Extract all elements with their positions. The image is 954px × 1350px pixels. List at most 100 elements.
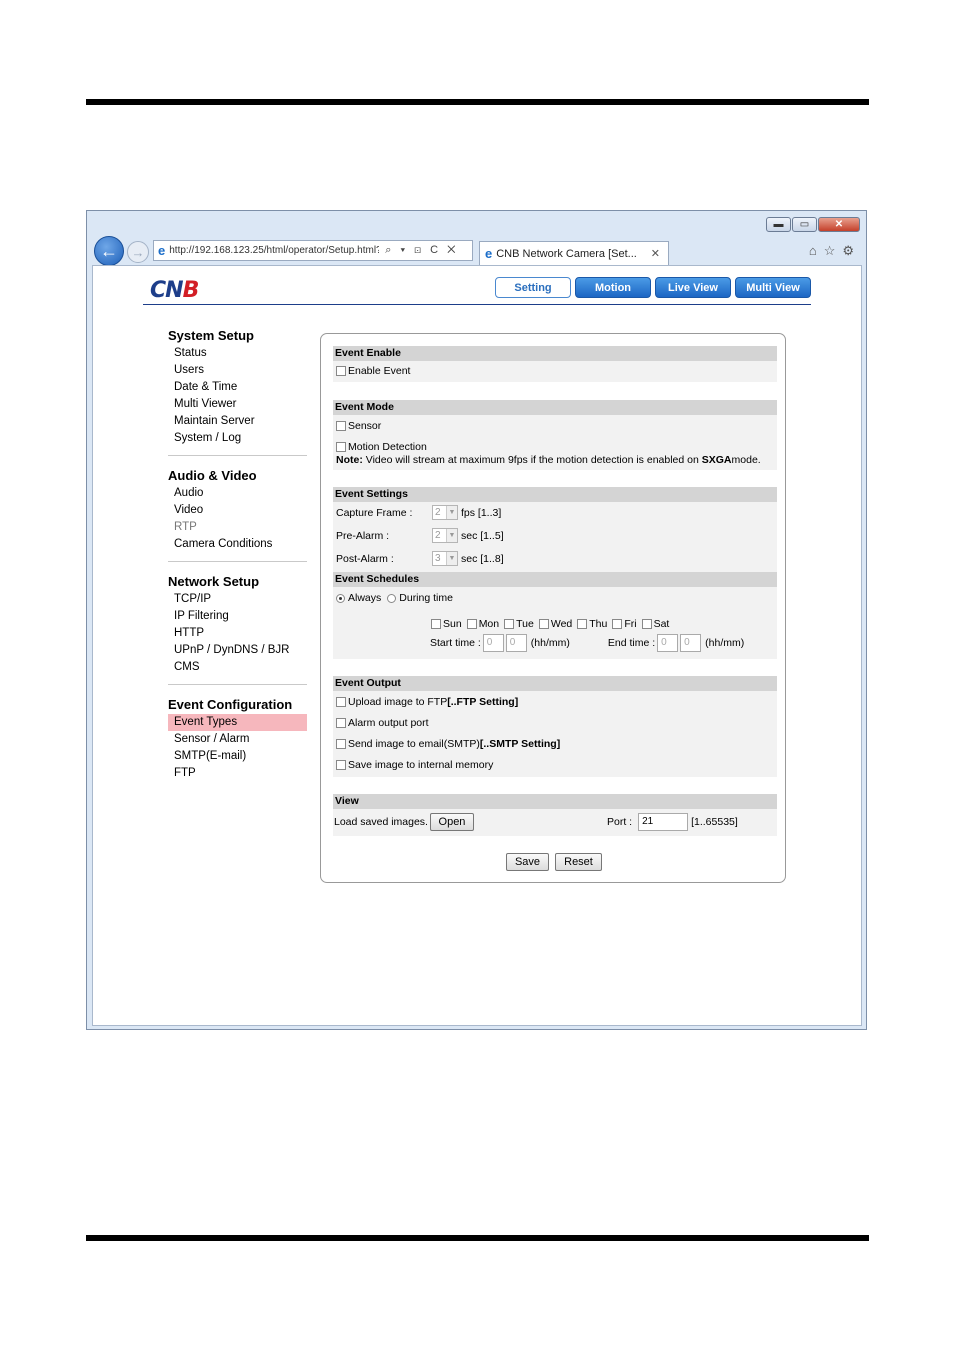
tab-close-icon[interactable]: ✕ bbox=[651, 247, 660, 260]
port-label: Port : bbox=[607, 816, 633, 828]
sidebar-divider bbox=[168, 561, 307, 562]
sensor-checkbox[interactable] bbox=[336, 421, 346, 431]
always-radio[interactable] bbox=[336, 593, 345, 603]
capture-frame-label: Capture Frame : bbox=[336, 506, 413, 519]
ftp-upload-checkbox[interactable] bbox=[336, 697, 346, 707]
sidebar-item-ip-filtering[interactable]: IP Filtering bbox=[168, 608, 307, 625]
favorites-icon[interactable]: ☆ bbox=[824, 243, 836, 259]
sidebar-item-event-types[interactable]: Event Types bbox=[168, 714, 307, 731]
browser-tab[interactable]: e CNB Network Camera [Set... ✕ bbox=[479, 241, 669, 265]
settings-icon[interactable]: ⚙ bbox=[842, 243, 854, 259]
browser-tools: ⌂ ☆ ⚙ bbox=[809, 243, 854, 259]
tab-setting[interactable]: Setting bbox=[495, 277, 571, 298]
address-url[interactable]: http://192.168.123.25/html/operator/Setu… bbox=[169, 245, 379, 256]
chevron-down-icon: ▼ bbox=[446, 552, 457, 565]
day-checkbox-wed[interactable] bbox=[538, 619, 549, 629]
enable-event-checkbox[interactable] bbox=[336, 366, 346, 376]
section-title: Event Output bbox=[333, 676, 777, 691]
sidebar-divider bbox=[168, 684, 307, 685]
save-button[interactable]: Save bbox=[506, 853, 549, 871]
day-checkbox-sun[interactable] bbox=[431, 619, 441, 629]
tab-live-view[interactable]: Live View bbox=[655, 277, 731, 298]
sidebar-item-system-log[interactable]: System / Log bbox=[168, 430, 307, 447]
maximize-button[interactable]: ▭ bbox=[792, 217, 817, 232]
pre-alarm-select[interactable]: 2 ▼ bbox=[432, 528, 458, 543]
end-hhmm-label: (hh/mm) bbox=[705, 637, 745, 649]
form-actions: Save Reset bbox=[506, 853, 602, 871]
during-time-radio[interactable] bbox=[387, 593, 397, 603]
during-time-label: During time bbox=[399, 592, 453, 604]
back-icon[interactable]: ← bbox=[94, 236, 124, 266]
browser-navbar: ← → e http://192.168.123.25/html/operato… bbox=[92, 235, 862, 266]
sidebar-item-smtp[interactable]: SMTP(E-mail) bbox=[168, 748, 307, 765]
alarm-output-checkbox[interactable] bbox=[336, 718, 346, 728]
sensor-label: Sensor bbox=[348, 420, 382, 432]
tab-title: CNB Network Camera [Set... bbox=[496, 247, 637, 260]
sidebar-item-rtp[interactable]: RTP bbox=[168, 519, 307, 536]
day-checkbox-mon[interactable] bbox=[466, 619, 477, 629]
sidebar-item-ftp[interactable]: FTP bbox=[168, 765, 307, 782]
tab-multi-view[interactable]: Multi View bbox=[735, 277, 811, 298]
sidebar-item-multi-viewer[interactable]: Multi Viewer bbox=[168, 396, 307, 413]
day-checkboxes: Sun Mon Tue Wed Thu Fri Sat bbox=[431, 618, 669, 630]
sidebar-item-date-time[interactable]: Date & Time bbox=[168, 379, 307, 396]
section-title: Event Enable bbox=[333, 346, 777, 361]
window-controls: ▬ ▭ ✕ bbox=[766, 217, 860, 232]
section-title: Event Settings bbox=[333, 487, 777, 502]
header-divider bbox=[143, 304, 811, 305]
top-navigation: Setting Motion Live View Multi View bbox=[495, 277, 811, 298]
sidebar-item-camera-conditions[interactable]: Camera Conditions bbox=[168, 536, 307, 553]
sidebar-item-http[interactable]: HTTP bbox=[168, 625, 307, 642]
section-title: Event Mode bbox=[333, 400, 777, 415]
minimize-button[interactable]: ▬ bbox=[766, 217, 791, 232]
start-minute-input[interactable]: 0 bbox=[505, 634, 527, 652]
reset-button[interactable]: Reset bbox=[555, 853, 602, 871]
day-checkbox-fri[interactable] bbox=[612, 619, 623, 629]
open-button[interactable]: Open bbox=[429, 813, 474, 831]
sidebar-title-audio-video: Audio & Video bbox=[168, 468, 257, 483]
end-minute-input[interactable]: 0 bbox=[680, 634, 702, 652]
mode-note: Note: Video will stream at maximum 9fps … bbox=[336, 454, 761, 466]
view-section: View Load saved images. Open Port : 21 [… bbox=[333, 794, 777, 836]
close-window-button[interactable]: ✕ bbox=[818, 217, 860, 232]
event-schedules-section: Event Schedules Always During time Sun M… bbox=[333, 572, 777, 659]
email-checkbox[interactable] bbox=[336, 739, 346, 749]
smtp-setting-link[interactable]: [..SMTP Setting] bbox=[480, 738, 560, 750]
internal-memory-checkbox[interactable] bbox=[336, 760, 346, 770]
tab-motion[interactable]: Motion bbox=[575, 277, 651, 298]
address-controls[interactable]: ⌕ ▾ ⊡ C ✕ bbox=[385, 244, 458, 257]
start-hour-input[interactable]: 0 bbox=[482, 634, 504, 652]
forward-icon[interactable]: → bbox=[127, 241, 149, 263]
day-checkbox-sat[interactable] bbox=[641, 619, 652, 629]
ftp-setting-link[interactable]: [..FTP Setting] bbox=[447, 696, 518, 708]
ie-icon: e bbox=[158, 243, 166, 258]
sidebar-item-sensor-alarm[interactable]: Sensor / Alarm bbox=[168, 731, 307, 748]
event-output-section: Event Output Upload image to FTP [..FTP … bbox=[333, 676, 777, 777]
always-label: Always bbox=[348, 592, 382, 604]
day-checkbox-tue[interactable] bbox=[504, 619, 515, 629]
capture-frame-range: fps [1..3] bbox=[461, 506, 502, 519]
chevron-down-icon: ▼ bbox=[446, 506, 457, 519]
sidebar-item-users[interactable]: Users bbox=[168, 362, 307, 379]
enable-event-label: Enable Event bbox=[348, 365, 411, 377]
section-title: View bbox=[333, 794, 777, 809]
sidebar-item-status[interactable]: Status bbox=[168, 345, 307, 362]
pre-alarm-range: sec [1..5] bbox=[461, 529, 504, 542]
sidebar-item-maintain-server[interactable]: Maintain Server bbox=[168, 413, 307, 430]
end-hour-input[interactable]: 0 bbox=[657, 634, 679, 652]
address-bar[interactable]: e http://192.168.123.25/html/operator/Se… bbox=[153, 240, 473, 261]
capture-frame-select[interactable]: 2 ▼ bbox=[432, 505, 458, 520]
sidebar-item-cms[interactable]: CMS bbox=[168, 659, 307, 676]
cnb-logo: CNB bbox=[150, 278, 199, 303]
port-input[interactable]: 21 bbox=[638, 813, 689, 831]
home-icon[interactable]: ⌂ bbox=[809, 243, 817, 259]
motion-detection-checkbox[interactable] bbox=[336, 442, 346, 452]
sidebar: System Setup Status Users Date & Time Mu… bbox=[168, 326, 307, 782]
post-alarm-select[interactable]: 3 ▼ bbox=[432, 551, 458, 566]
ftp-upload-label: Upload image to FTP bbox=[348, 696, 448, 708]
sidebar-item-audio[interactable]: Audio bbox=[168, 485, 307, 502]
sidebar-item-tcpip[interactable]: TCP/IP bbox=[168, 591, 307, 608]
sidebar-item-upnp[interactable]: UPnP / DynDNS / BJR bbox=[168, 642, 307, 659]
sidebar-item-video[interactable]: Video bbox=[168, 502, 307, 519]
day-checkbox-thu[interactable] bbox=[577, 619, 588, 629]
